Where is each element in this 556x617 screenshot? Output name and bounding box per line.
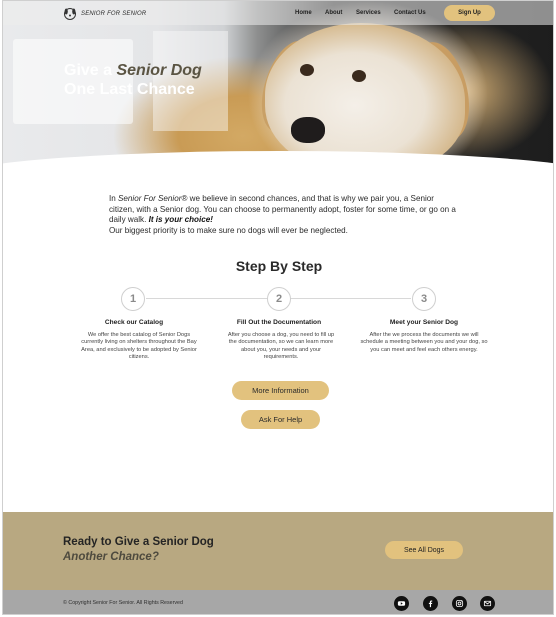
hero-section: SENIOR FOR SENIOR Home About Services Co… [3, 1, 553, 176]
dog-nose [291, 117, 325, 143]
dog-eye [352, 70, 366, 82]
facebook-icon[interactable] [423, 596, 438, 611]
footer: © Copyright Senior For Senior. All Right… [3, 590, 553, 614]
email-icon[interactable] [480, 596, 495, 611]
cta-heading: Ready to Give a Senior Dog [63, 536, 214, 548]
intro-part1: In [109, 194, 118, 203]
step-number-circle: 1 [121, 287, 145, 311]
intro-paragraph: In Senior For Senior® we believe in seco… [109, 194, 459, 236]
step-title: Meet your Senior Dog [389, 319, 459, 326]
logo-text: SENIOR FOR SENIOR [81, 10, 147, 17]
step-title: Fill Out the Documentation [236, 319, 322, 326]
instagram-icon[interactable] [452, 596, 467, 611]
see-all-dogs-button[interactable]: See All Dogs [385, 541, 463, 559]
intro-line2: Our biggest priority is to make sure no … [109, 225, 348, 235]
hero-title-emphasis: Senior Dog [116, 62, 202, 79]
step-title: Check our Catalog [104, 319, 164, 326]
nav-link-services[interactable]: Services [356, 10, 381, 16]
page-frame: SENIOR FOR SENIOR Home About Services Co… [2, 0, 554, 615]
nav-link-about[interactable]: About [325, 10, 342, 16]
youtube-icon[interactable] [394, 596, 409, 611]
hero-title-line2: One Last Chance [64, 81, 195, 98]
intro-emphasis: It is your choice! [148, 215, 213, 225]
steps-section-title: Step By Step [235, 258, 323, 274]
step-description: We offer the best catalog of Senior Dogs… [81, 332, 197, 361]
ask-for-help-button[interactable]: Ask For Help [241, 410, 320, 429]
sign-up-button[interactable]: Sign Up [444, 5, 495, 21]
more-information-button[interactable]: More Information [232, 381, 329, 400]
step-number-circle: 3 [412, 287, 436, 311]
dog-logo-icon [64, 8, 76, 20]
hero-title-part1: Give a [64, 62, 117, 79]
cta-band: Ready to Give a Senior Dog Another Chanc… [3, 512, 553, 590]
step-description: After you choose a dog, you need to fill… [227, 332, 335, 361]
copyright-text: © Copyright Senior For Senior. All Right… [63, 600, 183, 606]
step-number-circle: 2 [267, 287, 291, 311]
nav-link-home[interactable]: Home [295, 10, 312, 16]
navbar: SENIOR FOR SENIOR Home About Services Co… [3, 1, 553, 25]
hero-title: Give a Senior Dog One Last Chance [64, 61, 202, 99]
dog-eye [300, 64, 314, 76]
logo[interactable]: SENIOR FOR SENIOR [63, 7, 146, 20]
intro-brand: Senior For Senior® [118, 194, 188, 203]
cta-subheading: Another Chance? [63, 551, 159, 563]
step-description: After the we process the documents we wi… [360, 332, 488, 353]
nav-link-contact-us[interactable]: Contact Us [394, 10, 426, 16]
